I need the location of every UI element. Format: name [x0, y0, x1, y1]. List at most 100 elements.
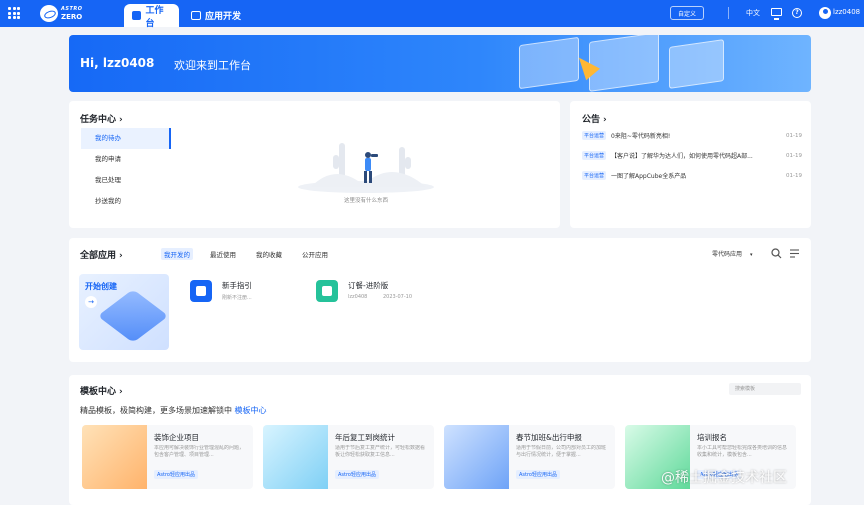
template-card[interactable]: 年后复工到岗统计 适用于节后复工复产统计，可轻松数据看板让你轻松获取复工信息..…	[263, 425, 434, 489]
announcement-item[interactable]: 平台运营 0来阻~零代码新亮相! 01-19	[582, 131, 802, 140]
help-icon[interactable]: ?	[792, 8, 802, 18]
announcement-text: 【客户说】了解华为达人们，如何使用零代码超A部...	[611, 153, 753, 160]
announcement-date: 01-19	[786, 152, 802, 159]
chevron-right-icon: ›	[119, 387, 123, 397]
arrow-right-icon: →	[85, 296, 97, 308]
announcement-tag: 平台运营	[582, 171, 607, 180]
tab-favorites[interactable]: 我的收藏	[253, 248, 285, 260]
language-switch[interactable]: 中文	[746, 8, 760, 18]
announcement-title[interactable]: 公告 ›	[582, 112, 607, 125]
template-text: 本小工具可帮您轻松完成各类培训的信息收集和统计，模板包含...	[697, 445, 788, 458]
template-center-link[interactable]: 模板中心	[235, 406, 267, 415]
task-nav-todo[interactable]: 我的待办	[81, 128, 171, 149]
avatar[interactable]	[819, 7, 831, 19]
task-nav: 我的待办 我的申请 我已处理 抄送我的	[81, 128, 171, 212]
tab-recent[interactable]: 最近使用	[207, 248, 239, 260]
app-type-select[interactable]: 零代码应用 ▾	[712, 249, 752, 258]
search-icon[interactable]	[771, 248, 782, 259]
welcome-banner: Hi, lzz0408 欢迎来到工作台	[69, 35, 811, 92]
app-owner: lzz0408	[348, 294, 368, 300]
app-grid-icon[interactable]	[8, 7, 20, 19]
app-tabs: 我开发的 最近使用 我的收藏 公开应用	[161, 248, 331, 260]
template-badge: Astro轻应用出品	[335, 470, 379, 479]
template-search-input[interactable]: 搜索模板	[729, 383, 801, 395]
logo-text: ASTRO ZERO	[61, 5, 82, 21]
astro-logo-icon[interactable]	[40, 5, 58, 22]
template-thumbnail	[444, 425, 509, 489]
username[interactable]: lzz0408	[833, 8, 860, 16]
divider	[728, 7, 729, 19]
tab-app-dev-label: 应用开发	[205, 12, 242, 22]
logo-line1: ASTRO	[61, 6, 83, 12]
template-thumbnail	[263, 425, 328, 489]
welcome-text: 欢迎来到工作台	[174, 59, 251, 72]
announcement-tag: 平台运营	[582, 151, 607, 160]
template-title: 年后复工到岗统计	[335, 433, 395, 442]
all-apps-title[interactable]: 全部应用 ›	[80, 248, 123, 261]
app-icon	[316, 280, 338, 302]
template-card[interactable]: 装饰企业项目 本应用可解决装饰行业管理混乱的问题，包含客户管理、项目管理... …	[82, 425, 253, 489]
template-text: 适用于节假日前，公司内部对员工的加班与出行情况统计，便于掌握...	[516, 445, 607, 458]
template-center-title-text: 模板中心	[80, 387, 117, 397]
announcement-item[interactable]: 平台运营 一图了解AppCube全系产品 01-19	[582, 171, 802, 180]
announcement-item[interactable]: 平台运营 【客户说】了解华为达人们，如何使用零代码超A部... 01-19	[582, 151, 802, 160]
announcement-card: 公告 › 平台运营 0来阻~零代码新亮相! 01-19 平台运营 【客户说】了解华…	[570, 101, 811, 228]
chevron-right-icon: ›	[119, 115, 123, 125]
logo-line2: ZERO	[61, 13, 83, 21]
tab-workbench[interactable]: 工作台	[124, 4, 179, 29]
list-filter-icon[interactable]	[789, 248, 800, 259]
task-nav-applied[interactable]: 我的申请	[81, 149, 171, 170]
chevron-right-icon: ›	[603, 115, 607, 125]
app-name: 订餐-进阶版	[348, 281, 389, 290]
template-text: 适用于节后复工复产统计，可轻松数据看板让你轻松获取复工信息...	[335, 445, 426, 458]
app-item[interactable]: 订餐-进阶版 lzz0408 2023-07-10	[316, 280, 412, 302]
task-center-card: 任务中心 › 我的待办 我的申请 我已处理 抄送我的 这里没有什么东西	[69, 101, 560, 228]
chevron-right-icon: ›	[119, 251, 123, 261]
app-icon	[190, 280, 212, 302]
tab-public[interactable]: 公开应用	[299, 248, 331, 260]
template-badge: Astro轻应用出品	[154, 470, 198, 479]
watermark: @稀土掘金技术社区	[661, 470, 787, 486]
template-title: 培训报名	[697, 433, 727, 442]
create-app-card[interactable]: 开始创建 →	[79, 274, 169, 350]
empty-text: 这里没有什么东西	[344, 198, 389, 204]
task-nav-cc[interactable]: 抄送我的	[81, 191, 171, 212]
app-date: 2023-07-10	[382, 294, 413, 300]
all-apps-card: 全部应用 › 我开发的 最近使用 我的收藏 公开应用 零代码应用 ▾ 开始创建 →…	[69, 238, 811, 362]
announcement-tag: 平台运营	[582, 131, 607, 140]
announcement-text: 一图了解AppCube全系产品	[611, 173, 687, 180]
task-center-title[interactable]: 任务中心 ›	[80, 112, 123, 125]
template-card[interactable]: 春节加班&出行申报 适用于节假日前，公司内部对员工的加班与出行情况统计，便于掌握…	[444, 425, 615, 489]
task-center-title-text: 任务中心	[80, 115, 117, 125]
workbench-icon	[132, 11, 142, 20]
banner-decoration	[519, 36, 579, 90]
empty-illustration-icon	[298, 143, 434, 193]
tab-app-dev[interactable]: 应用开发	[183, 4, 249, 27]
all-apps-title-text: 全部应用	[80, 251, 117, 261]
banner-decoration	[589, 35, 659, 92]
template-center-title[interactable]: 模板中心 ›	[80, 384, 123, 397]
task-nav-done[interactable]: 我已处理	[81, 170, 171, 191]
announcement-date: 01-19	[786, 132, 802, 139]
greeting: Hi, lzz0408	[80, 56, 155, 70]
top-bar: ASTRO ZERO 工作台 应用开发 自定义 中文 ? lzz0408	[0, 0, 864, 29]
template-desc-text: 精品模板，极简构建，更多场景加速解锁中	[80, 406, 232, 415]
screen-icon[interactable]	[771, 8, 782, 20]
app-dev-icon	[191, 11, 201, 20]
template-title: 春节加班&出行申报	[516, 433, 582, 442]
cube-illustration	[97, 289, 169, 343]
app-item[interactable]: 新手指引 刚新不注册...	[190, 280, 252, 302]
template-thumbnail	[82, 425, 147, 489]
app-sub: lzz0408 2023-07-10	[348, 294, 412, 300]
tab-workbench-label: 工作台	[145, 5, 164, 29]
customize-button[interactable]: 自定义	[670, 6, 704, 20]
template-search-placeholder: 搜索模板	[735, 386, 756, 392]
template-title: 装饰企业项目	[154, 433, 199, 442]
template-desc: 精品模板，极简构建，更多场景加速解锁中 模板中心	[80, 405, 267, 416]
template-text: 本应用可解决装饰行业管理混乱的问题，包含客户管理、项目管理...	[154, 445, 245, 458]
app-type-select-label: 零代码应用	[712, 251, 743, 258]
tab-my-developed[interactable]: 我开发的	[161, 248, 193, 260]
template-badge: Astro轻应用出品	[516, 470, 560, 479]
banner-decoration	[669, 39, 724, 89]
app-name: 新手指引	[222, 281, 252, 290]
